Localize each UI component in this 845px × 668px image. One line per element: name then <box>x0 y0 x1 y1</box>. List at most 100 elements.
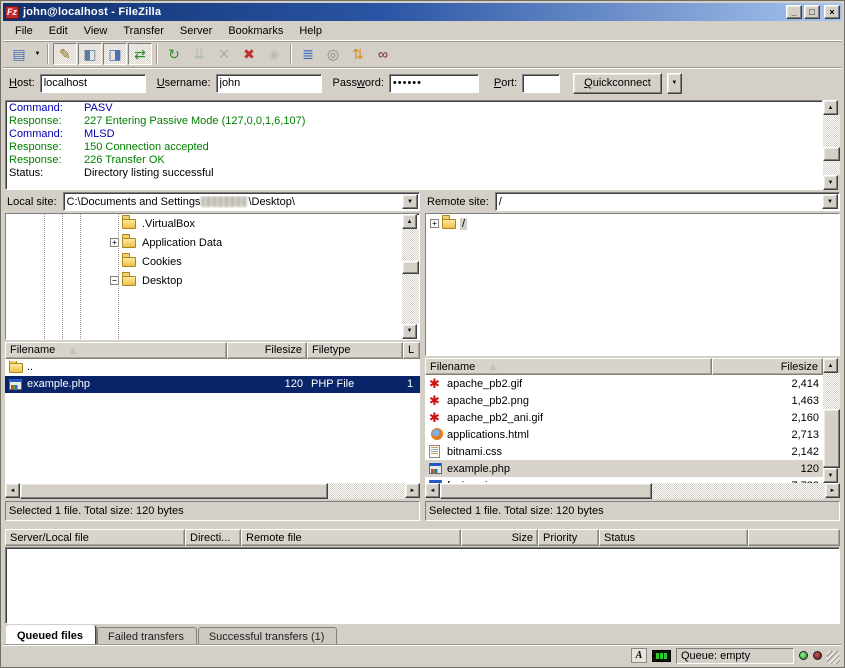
reconnect-button[interactable]: ◈ <box>262 43 286 65</box>
file-row[interactable]: ✱apache_pb2_ani.gif2,160 <box>425 409 823 426</box>
message-log-scroll-track[interactable] <box>823 115 840 175</box>
local-tree-scroll-track[interactable] <box>402 229 419 324</box>
file-row[interactable]: .. <box>5 359 420 376</box>
cancel-operation-button[interactable]: ✕ <box>212 43 236 65</box>
remote-list-hscrollbar[interactable]: ◄ ► <box>425 483 840 499</box>
scroll-down-icon[interactable]: ▼ <box>823 175 838 190</box>
combo-dropdown-icon[interactable]: ▼ <box>822 194 838 209</box>
pane-splitter[interactable] <box>3 521 842 529</box>
scroll-left-icon[interactable]: ◄ <box>425 483 440 498</box>
quickconnect-button[interactable]: Quickconnect <box>573 73 662 94</box>
file-row[interactable]: ✱apache_pb2.png1,463 <box>425 392 823 409</box>
tree-item[interactable]: .VirtualBox <box>6 214 402 233</box>
column-header-blank[interactable] <box>748 529 840 546</box>
menu-edit[interactable]: Edit <box>41 23 76 39</box>
local-directory-tree[interactable]: .VirtualBox+Application DataCookies−Desk… <box>6 214 402 339</box>
scroll-down-icon[interactable]: ▼ <box>402 324 417 339</box>
file-row[interactable]: ✱apache_pb2.gif2,414 <box>425 375 823 392</box>
directory-comparison-button[interactable]: ◎ <box>321 43 345 65</box>
file-row[interactable]: applications.html2,713 <box>425 426 823 443</box>
remote-directory-tree[interactable]: +/ <box>426 214 839 355</box>
quickconnect-dropdown-button[interactable]: ▼ <box>667 73 682 94</box>
file-row[interactable]: example.php120PHP File1 <box>5 376 420 393</box>
toggle-message-log-button[interactable]: ✎ <box>53 43 77 65</box>
message-log-vscrollbar[interactable]: ▲ ▼ <box>823 100 840 190</box>
message-log-scroll-thumb[interactable] <box>823 147 840 161</box>
maximize-button[interactable]: □ <box>804 5 820 19</box>
menu-transfer[interactable]: Transfer <box>115 23 172 39</box>
expand-icon[interactable]: + <box>430 219 439 228</box>
tab-queued-files[interactable]: Queued files <box>6 625 96 645</box>
local-file-list[interactable]: ..example.php120PHP File1 <box>5 359 420 484</box>
column-header-priority[interactable]: Priority <box>538 529 599 546</box>
close-button[interactable]: × <box>824 5 840 19</box>
password-input[interactable] <box>389 74 479 93</box>
remote-site-combobox[interactable]: / ▼ <box>495 192 840 211</box>
column-header-filename[interactable]: Filename <box>5 342 227 359</box>
find-files-button[interactable]: ∞ <box>371 43 395 65</box>
scroll-left-icon[interactable]: ◄ <box>5 483 20 498</box>
local-list-scroll-track[interactable] <box>20 483 405 499</box>
toggle-queue-button[interactable]: ⇄ <box>128 43 152 65</box>
column-header-filesize[interactable]: Filesize <box>712 358 823 375</box>
combo-dropdown-icon[interactable]: ▼ <box>402 194 418 209</box>
local-list-scroll-thumb[interactable] <box>20 483 328 499</box>
scroll-right-icon[interactable]: ► <box>405 483 420 498</box>
tree-item[interactable]: +Application Data <box>6 233 402 252</box>
toggle-local-treeview-button[interactable]: ◧ <box>78 43 102 65</box>
menu-help[interactable]: Help <box>291 23 330 39</box>
refresh-button[interactable]: ↻ <box>162 43 186 65</box>
username-input[interactable] <box>216 74 322 93</box>
tree-item[interactable]: +/ <box>426 214 839 233</box>
resize-grip[interactable] <box>827 651 840 664</box>
column-header-filesize[interactable]: Filesize <box>227 342 307 359</box>
port-input[interactable] <box>522 74 560 93</box>
file-row[interactable]: bitnami.css2,142 <box>425 443 823 460</box>
scroll-up-icon[interactable]: ▲ <box>402 214 417 229</box>
file-row[interactable]: example.php120 <box>425 460 823 477</box>
remote-list-scroll-track[interactable] <box>823 373 840 468</box>
filter-button[interactable]: ≣ <box>296 43 320 65</box>
php-file-icon <box>9 378 24 391</box>
menu-view[interactable]: View <box>76 23 116 39</box>
remote-list-vscrollbar[interactable]: ▲ ▼ <box>823 358 840 483</box>
local-list-hscrollbar[interactable]: ◄ ► <box>5 483 420 499</box>
local-tree-scroll-thumb[interactable] <box>402 261 419 274</box>
synchronized-browsing-button[interactable]: ⇅ <box>346 43 370 65</box>
column-header-l[interactable]: L <box>403 342 420 359</box>
column-header-serverlocalfile[interactable]: Server/Local file <box>5 529 185 546</box>
site-manager-button[interactable]: ▤ <box>7 43 31 65</box>
queue-body[interactable] <box>5 547 840 624</box>
speed-limit-icon[interactable] <box>652 650 671 662</box>
scroll-right-icon[interactable]: ► <box>825 483 840 498</box>
local-site-combobox[interactable]: C:\Documents and Settings\Desktop\ ▼ <box>63 192 420 211</box>
remote-list-scroll-track-h[interactable] <box>440 483 825 499</box>
menu-file[interactable]: File <box>7 23 41 39</box>
minimize-button[interactable]: _ <box>786 5 802 19</box>
column-header-size[interactable]: Size <box>461 529 538 546</box>
tree-item[interactable]: Cookies <box>6 252 402 271</box>
site-manager-dropdown-icon[interactable]: ▼ <box>32 43 43 65</box>
remote-list-scroll-thumb[interactable] <box>823 409 840 468</box>
host-input[interactable] <box>40 74 146 93</box>
menu-server[interactable]: Server <box>172 23 220 39</box>
process-queue-button[interactable]: ⇊ <box>187 43 211 65</box>
column-header-filename[interactable]: Filename <box>425 358 712 375</box>
scroll-up-icon[interactable]: ▲ <box>823 100 838 115</box>
column-header-status[interactable]: Status <box>599 529 748 546</box>
local-tree-vscrollbar[interactable]: ▲ ▼ <box>402 214 419 339</box>
tab-successful-transfers-[interactable]: Successful transfers (1) <box>198 627 338 645</box>
disconnect-button[interactable]: ✖ <box>237 43 261 65</box>
tab-failed-transfers[interactable]: Failed transfers <box>97 627 197 645</box>
toggle-remote-treeview-button[interactable]: ◨ <box>103 43 127 65</box>
remote-list-scroll-thumb-h[interactable] <box>440 483 652 499</box>
remote-file-list[interactable]: ✱apache_pb2.gif2,414✱apache_pb2.png1,463… <box>425 375 823 483</box>
menu-bookmarks[interactable]: Bookmarks <box>220 23 291 39</box>
file-name-cell: example.php <box>425 462 712 475</box>
column-header-filetype[interactable]: Filetype <box>307 342 403 359</box>
column-header-directi[interactable]: Directi... <box>185 529 241 546</box>
scroll-down-icon[interactable]: ▼ <box>823 468 838 483</box>
tree-item[interactable]: −Desktop <box>6 271 402 290</box>
scroll-up-icon[interactable]: ▲ <box>823 358 838 373</box>
column-header-remotefile[interactable]: Remote file <box>241 529 461 546</box>
